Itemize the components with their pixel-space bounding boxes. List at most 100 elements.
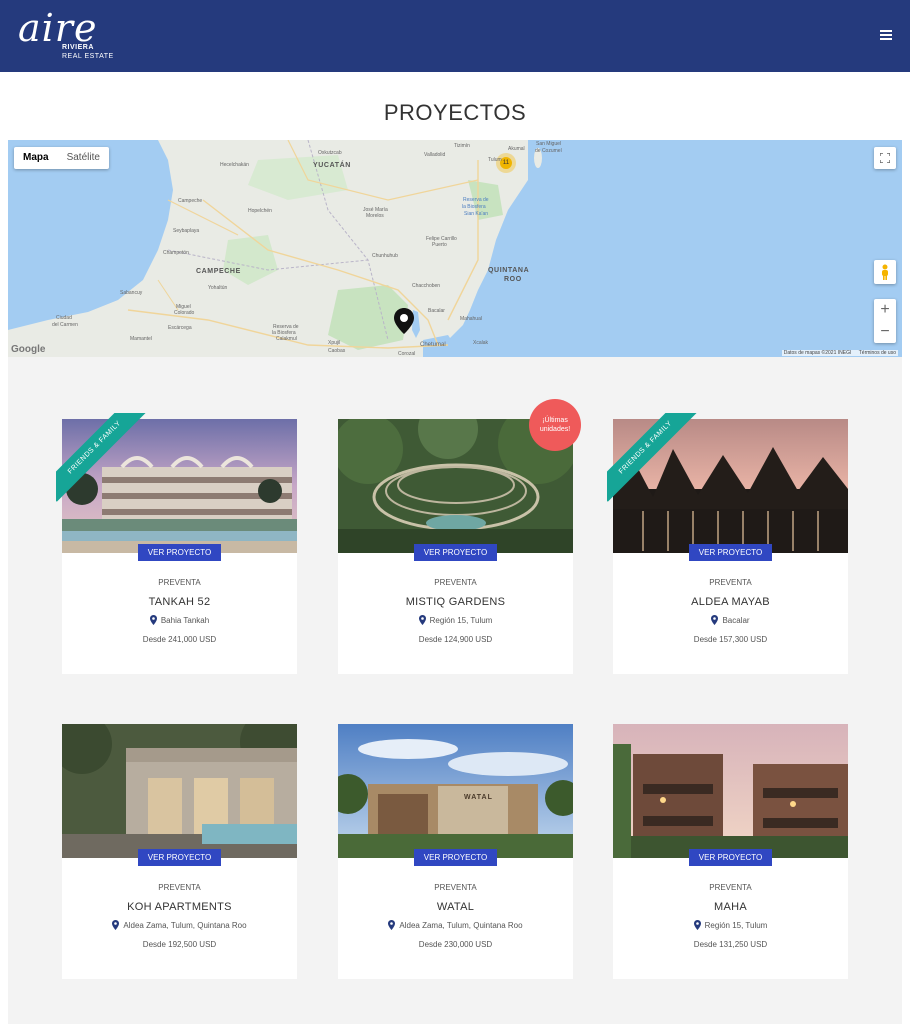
project-card-koh-apartments[interactable]: VER PROYECTO PREVENTA KOH APARTMENTS Ald… [62,724,297,979]
map-type-map[interactable]: Mapa [14,147,58,169]
project-price: Desde 131,250 USD [693,940,768,949]
map-label-roo: ROO [504,276,522,283]
project-status: PREVENTA [434,578,477,587]
project-status: PREVENTA [709,578,752,587]
map-label-tulum: Tulum [488,157,502,163]
zoom-in-button[interactable]: + [880,299,889,321]
map-pin-icon[interactable] [394,308,414,334]
project-card-watal[interactable]: WATAL VER PROYECTO PREVENTA WATAL Aldea … [338,724,573,979]
map-label-san-miguel-1: San Miguel [536,141,562,147]
project-location: Aldea Zama, Tulum, Quintana Roo [338,920,573,930]
map-type-toggle: Mapa Satélite [14,147,109,169]
map-label-hopelchen: Hopelchén [248,208,272,214]
project-price: Desde 157,300 USD [693,635,768,644]
location-pin-icon [711,615,719,625]
map-label-yohaltun: Yohaltún [208,285,228,291]
view-project-button[interactable]: VER PROYECTO [414,544,497,561]
logo-subtitle-1: RIVIERA [62,44,94,51]
project-price: Desde 192,500 USD [142,940,217,949]
project-name[interactable]: WATAL [338,901,573,913]
project-location: Región 15, Tulum [613,920,848,930]
map-label-chunhuhub: Chunhuhub [372,253,398,259]
project-status: PREVENTA [434,883,477,892]
map-label-campeche: CAMPECHE [196,268,241,275]
zoom-control: + − [874,299,896,343]
building-sign: WATAL [464,794,493,801]
google-logo[interactable]: Google [11,344,45,355]
map-label-hecelchakan: Hecelchakán [220,162,249,168]
project-card-mistiq-gardens[interactable]: ¡Últimas unidades! VER PROYECTO PREVENTA… [338,399,581,674]
project-card-tankah-52[interactable]: FRIENDS & FAMILY VER PROYECTO PREVENTA T… [56,413,297,674]
pegman-icon[interactable] [874,260,896,284]
project-name[interactable]: TANKAH 52 [62,596,297,608]
map-label-caobas: Caobas [328,348,346,354]
project-image[interactable] [62,724,297,858]
map-terms-link[interactable]: Términos de uso [859,350,896,356]
project-location-text: Región 15, Tulum [429,615,493,625]
logo-script: aire [18,6,98,50]
location-pin-icon [418,615,426,625]
marker-cluster[interactable]: 11 [496,153,516,173]
map-label-sian-kaan-1: Reserva de [463,197,489,203]
project-name[interactable]: MISTIQ GARDENS [338,596,573,608]
project-location-text: Aldea Zama, Tulum, Quintana Roo [399,920,523,930]
map-data-credit: Datos de mapas ©2021 INEGI [783,350,852,356]
ribbon-label: FRIENDS & FAMILY [607,413,697,502]
map-label-bacalar: Bacalar [428,308,445,314]
project-location: Bahia Tankah [62,615,297,625]
promo-ribbon: FRIENDS & FAMILY [56,413,146,503]
view-project-button[interactable]: VER PROYECTO [414,849,497,866]
logo-subtitle-2: REAL ESTATE [62,53,114,60]
project-price: Desde 241,000 USD [142,635,217,644]
zoom-out-button[interactable]: − [880,321,889,343]
map-label-tizimin: Tizimín [454,143,470,149]
view-project-button[interactable]: VER PROYECTO [138,849,221,866]
project-location-text: Bacalar [722,615,750,625]
page-title: PROYECTOS [383,100,527,125]
project-status: PREVENTA [158,883,201,892]
map-label-mamantel: Mamantel [130,336,152,342]
map-type-satellite[interactable]: Satélite [58,147,109,169]
view-project-button[interactable]: VER PROYECTO [689,849,772,866]
view-project-button[interactable]: VER PROYECTO [138,544,221,561]
project-card-maha[interactable]: VER PROYECTO PREVENTA MAHA Región 15, Tu… [613,724,848,979]
projects-map[interactable]: Mapa Satélite + − 11 YUCATÁN CAMPECHE QU… [8,140,902,357]
project-status: PREVENTA [709,883,752,892]
fullscreen-icon[interactable] [874,147,896,169]
project-image[interactable] [613,724,848,858]
view-project-button[interactable]: VER PROYECTO [689,544,772,561]
project-image[interactable]: WATAL [338,724,573,858]
site-header: aire RIVIERA REAL ESTATE [0,0,910,72]
project-price: Desde 124,900 USD [418,635,493,644]
map-label-morelos: Morelos [366,213,384,219]
location-pin-icon [693,920,701,930]
project-location-text: Bahia Tankah [160,615,210,625]
map-label-champoton: Champotón [163,250,189,256]
map-label-sian-kaan-3: Sian Ka'an [464,211,489,217]
project-name[interactable]: ALDEA MAYAB [613,596,848,608]
brand-logo[interactable]: aire RIVIERA REAL ESTATE [16,8,116,64]
project-price: Desde 230,000 USD [418,940,493,949]
map-label-quintana: QUINTANA [488,267,530,274]
map-label-calakmul-3: Calakmul [276,336,297,342]
map-label-oxkutzcab: Oxkutzcab [318,150,342,156]
project-location: Bacalar [613,615,848,625]
project-card-aldea-mayab[interactable]: FRIENDS & FAMILY VER PROYECTO PREVENTA A… [607,413,848,674]
project-location: Región 15, Tulum [338,615,573,625]
map-label-campeche-city: Campeche [178,198,203,204]
project-name[interactable]: KOH APARTMENTS [62,901,297,913]
project-location-text: Aldea Zama, Tulum, Quintana Roo [123,920,247,930]
promo-ribbon: FRIENDS & FAMILY [607,413,697,503]
map-label-ciudad: Ciudad [56,315,72,321]
menu-icon[interactable] [880,30,892,40]
map-label-escarcega: Escárcega [168,325,192,331]
map-label-chetumal: Chetumal [420,342,446,348]
last-units-badge: ¡Últimas unidades! [529,399,581,451]
project-status: PREVENTA [158,578,201,587]
map-canvas [8,140,542,357]
location-pin-icon [388,920,396,930]
map-label-xpujil: Xpujil [328,340,341,346]
project-name[interactable]: MAHA [613,901,848,913]
map-label-seybaplaya: Seybaplaya [173,228,200,234]
location-pin-icon [149,615,157,625]
